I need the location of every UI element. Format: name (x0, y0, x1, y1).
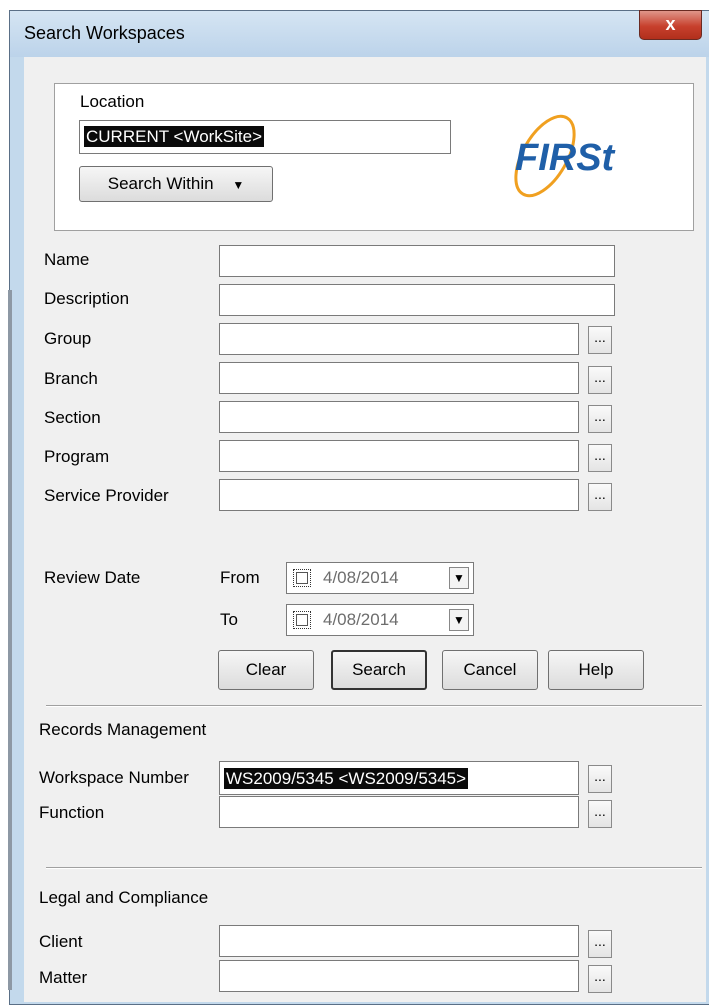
to-date-value: 4/08/2014 (323, 610, 399, 629)
chevron-down-icon[interactable]: ▼ (449, 609, 469, 631)
legal-compliance-heading: Legal and Compliance (39, 888, 209, 907)
section-field[interactable] (219, 401, 579, 433)
workspace-number-browse-button[interactable]: ... (588, 765, 612, 793)
first-logo: FIRSt (514, 114, 616, 198)
workspace-number-value: WS2009/5345 <WS2009/5345> (224, 768, 469, 789)
separator (46, 867, 702, 869)
section-label: Section (44, 408, 101, 427)
review-date-to-picker[interactable]: 4/08/2014 ▼ (286, 604, 474, 636)
review-date-label: Review Date (44, 568, 141, 587)
program-label: Program (44, 447, 110, 466)
branch-label: Branch (44, 369, 98, 388)
description-label: Description (44, 289, 130, 308)
close-button[interactable]: x (639, 10, 702, 40)
search-workspaces-window: Search Workspaces x Location CURRENT <Wo… (9, 10, 709, 1005)
name-field[interactable] (219, 245, 615, 277)
search-within-label: Search Within (107, 174, 214, 193)
from-date-value: 4/08/2014 (323, 568, 399, 587)
dialog-body: Location CURRENT <WorkSite> Search Withi… (24, 57, 706, 1002)
client-browse-button[interactable]: ... (588, 930, 612, 958)
service-provider-browse-button[interactable]: ... (588, 483, 612, 511)
matter-label: Matter (39, 968, 88, 987)
matter-browse-button[interactable]: ... (588, 965, 612, 993)
branch-browse-button[interactable]: ... (588, 366, 612, 394)
program-browse-button[interactable]: ... (588, 444, 612, 472)
cancel-button[interactable]: Cancel (442, 650, 538, 690)
window-shadow (8, 290, 12, 990)
location-panel: Location CURRENT <WorkSite> Search Withi… (54, 83, 694, 231)
location-label: Location (80, 92, 145, 111)
help-button[interactable]: Help (548, 650, 644, 690)
matter-field[interactable] (219, 960, 579, 992)
client-label: Client (39, 932, 83, 951)
records-management-heading: Records Management (39, 720, 207, 739)
group-label: Group (44, 329, 92, 348)
function-field[interactable] (219, 796, 579, 828)
service-provider-label: Service Provider (44, 486, 169, 505)
function-label: Function (39, 803, 105, 822)
description-field[interactable] (219, 284, 615, 316)
chevron-down-icon[interactable]: ▼ (449, 567, 469, 589)
location-field[interactable]: CURRENT <WorkSite> (79, 120, 451, 154)
window-title: Search Workspaces (24, 23, 185, 43)
location-value: CURRENT <WorkSite> (84, 126, 265, 147)
service-provider-field[interactable] (219, 479, 579, 511)
workspace-number-label: Workspace Number (39, 768, 189, 787)
group-browse-button[interactable]: ... (588, 326, 612, 354)
logo-text: FIRSt (515, 137, 616, 179)
chevron-down-icon: ▼ (232, 178, 245, 192)
search-button[interactable]: Search (331, 650, 427, 690)
title-bar[interactable]: Search Workspaces x (10, 10, 709, 57)
to-label: To (220, 610, 238, 629)
search-within-button[interactable]: Search Within ▼ (79, 166, 273, 202)
branch-field[interactable] (219, 362, 579, 394)
separator (46, 705, 702, 707)
workspace-number-field[interactable]: WS2009/5345 <WS2009/5345> (219, 761, 579, 795)
group-field[interactable] (219, 323, 579, 355)
function-browse-button[interactable]: ... (588, 800, 612, 828)
name-label: Name (44, 250, 90, 269)
from-date-checkbox[interactable] (293, 569, 311, 587)
from-label: From (220, 568, 260, 587)
client-field[interactable] (219, 925, 579, 957)
program-field[interactable] (219, 440, 579, 472)
to-date-checkbox[interactable] (293, 611, 311, 629)
section-browse-button[interactable]: ... (588, 405, 612, 433)
review-date-from-picker[interactable]: 4/08/2014 ▼ (286, 562, 474, 594)
clear-button[interactable]: Clear (218, 650, 314, 690)
